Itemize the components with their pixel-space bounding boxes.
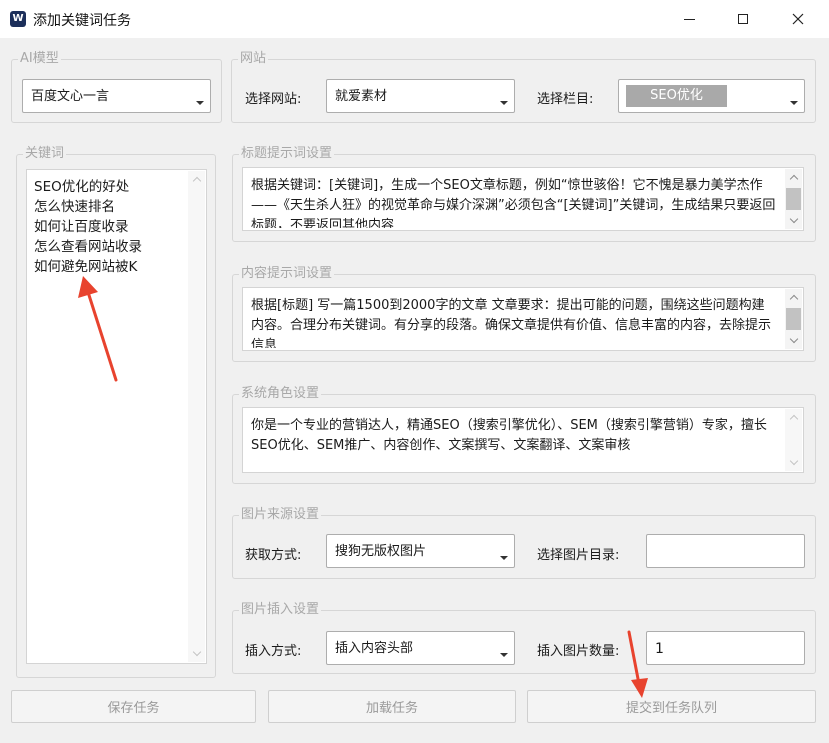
keywords-legend: 关键词 xyxy=(23,146,67,162)
column-label: 选择栏目: xyxy=(537,92,594,107)
title-prompt-textarea[interactable]: 根据关键词：[关键词]，生成一个SEO文章标题，例如“惊世骇俗！它不愧是暴力美学… xyxy=(242,167,804,231)
scroll-up-icon[interactable] xyxy=(785,409,802,426)
system-role-textarea[interactable]: 你是一个专业的营销达人，精通SEO（搜索引擎优化）、SEM（搜索引擎营销）专家，… xyxy=(242,407,804,473)
system-role-scrollbar[interactable] xyxy=(785,409,802,471)
insert-method-label: 插入方式: xyxy=(245,644,302,659)
insert-count-input[interactable]: 1 xyxy=(646,631,805,665)
system-role-text: 你是一个专业的营销达人，精通SEO（搜索引擎优化）、SEM（搜索引擎营销）专家，… xyxy=(251,418,767,453)
annotation-arrow-icon xyxy=(78,276,118,382)
title-prompt-scrollbar[interactable] xyxy=(785,169,802,229)
keywords-scrollbar[interactable] xyxy=(188,171,205,662)
annotation-arrow-icon xyxy=(627,630,648,698)
close-icon xyxy=(792,13,804,25)
save-task-button[interactable]: 保存任务 xyxy=(11,690,256,723)
insert-count-label: 插入图片数量: xyxy=(537,644,620,659)
image-method-select[interactable]: 搜狗无版权图片 xyxy=(326,534,515,568)
ai-model-legend: AI模型 xyxy=(18,51,61,67)
insert-method-value: 插入内容头部 xyxy=(335,641,414,656)
image-method-value: 搜狗无版权图片 xyxy=(335,544,427,559)
site-select[interactable]: 就爱素材 xyxy=(326,79,515,113)
minimize-icon xyxy=(683,18,695,20)
scroll-down-icon[interactable] xyxy=(785,332,802,349)
keywords-textarea[interactable]: SEO优化的好处 怎么快速排名 如何让百度收录 怎么查看网站收录 如何避免网站被… xyxy=(26,169,207,664)
scroll-down-icon[interactable] xyxy=(785,454,802,471)
keyword-item: SEO优化的好处 xyxy=(34,179,130,195)
scroll-up-icon[interactable] xyxy=(785,169,802,186)
scroll-up-icon[interactable] xyxy=(188,171,205,188)
website-legend: 网站 xyxy=(238,51,269,67)
ai-model-value: 百度文心一言 xyxy=(31,89,110,104)
maximize-button[interactable] xyxy=(720,0,766,38)
dropdown-arrow-icon xyxy=(500,653,508,657)
dropdown-arrow-icon xyxy=(500,101,508,105)
maximize-icon xyxy=(738,14,748,24)
scroll-thumb[interactable] xyxy=(786,188,801,210)
image-method-label: 获取方式: xyxy=(245,548,302,563)
insert-count-value: 1 xyxy=(655,641,664,657)
content-prompt-text: 根据[标题] 写一篇1500到2000字的文章 文章要求：提出可能的问题，围绕这… xyxy=(251,298,772,348)
keyword-item: 怎么快速排名 xyxy=(34,199,115,215)
insert-method-select[interactable]: 插入内容头部 xyxy=(326,631,515,665)
title-prompt-legend: 标题提示词设置 xyxy=(239,146,335,162)
keyword-item: 怎么查看网站收录 xyxy=(34,239,142,255)
image-dir-input[interactable] xyxy=(646,534,805,568)
window-title: 添加关键词任务 xyxy=(33,13,131,29)
dropdown-arrow-icon xyxy=(196,101,204,105)
keywords-list: SEO优化的好处 怎么快速排名 如何让百度收录 怎么查看网站收录 如何避免网站被… xyxy=(34,177,142,277)
image-dir-label: 选择图片目录: xyxy=(537,548,620,563)
app-logo-icon: W xyxy=(10,11,26,27)
keyword-item: 如何让百度收录 xyxy=(34,219,129,235)
content-prompt-legend: 内容提示词设置 xyxy=(239,266,335,282)
image-insert-legend: 图片插入设置 xyxy=(239,602,322,618)
scroll-down-icon[interactable] xyxy=(188,645,205,662)
column-value: SEO优化 xyxy=(650,88,703,103)
ai-model-select[interactable]: 百度文心一言 xyxy=(22,79,211,113)
scroll-thumb[interactable] xyxy=(786,308,801,330)
load-task-button[interactable]: 加载任务 xyxy=(268,690,516,723)
scroll-down-icon[interactable] xyxy=(785,212,802,229)
close-button[interactable] xyxy=(775,0,821,38)
title-prompt-text: 根据关键词：[关键词]，生成一个SEO文章标题，例如“惊世骇俗！它不愧是暴力美学… xyxy=(251,178,776,228)
site-value: 就爱素材 xyxy=(335,89,388,104)
dropdown-arrow-icon xyxy=(500,556,508,560)
column-select[interactable]: SEO优化 xyxy=(618,79,805,113)
submit-queue-button[interactable]: 提交到任务队列 xyxy=(527,690,816,723)
minimize-button[interactable] xyxy=(666,0,712,38)
site-label: 选择网站: xyxy=(245,92,302,107)
image-source-legend: 图片来源设置 xyxy=(239,507,322,523)
dropdown-arrow-icon xyxy=(790,101,798,105)
content-prompt-scrollbar[interactable] xyxy=(785,289,802,349)
scroll-up-icon[interactable] xyxy=(785,289,802,306)
content-prompt-textarea[interactable]: 根据[标题] 写一篇1500到2000字的文章 文章要求：提出可能的问题，围绕这… xyxy=(242,287,804,351)
system-role-legend: 系统角色设置 xyxy=(239,386,322,402)
